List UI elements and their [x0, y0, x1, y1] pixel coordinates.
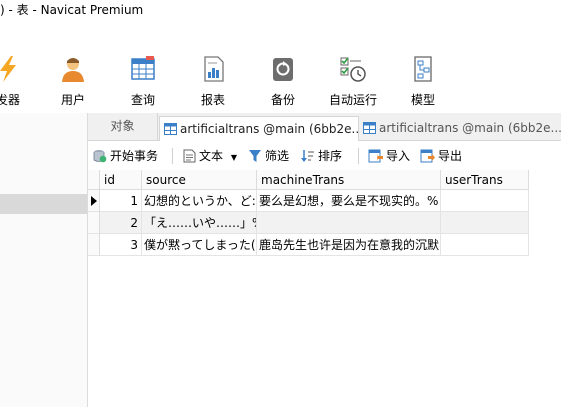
toolbar-model-label: 模型	[410, 93, 435, 107]
import-button[interactable]: 导入	[368, 147, 410, 165]
tab-artificialtrans-2[interactable]: artificialtrans @main (6bb2e...	[359, 116, 561, 140]
backup-icon	[273, 58, 293, 81]
tab-objects-label: 对象	[110, 119, 135, 133]
begin-transaction-button[interactable]: 开始事务	[93, 147, 158, 165]
user-icon	[62, 58, 84, 82]
export-label: 导出	[438, 149, 463, 163]
table-cell-machinetrans[interactable]: 鹿岛先生也许是因为在意我的沉默	[257, 234, 441, 256]
table-cell-machinetrans[interactable]: 要么是幻想，要么是不现实的。%	[257, 190, 441, 212]
import-label: 导入	[386, 149, 411, 163]
sort-label: 排序	[318, 149, 343, 163]
filter-button[interactable]: 筛选	[248, 147, 289, 165]
table-cell-machinetrans[interactable]	[257, 212, 441, 234]
grid-corner	[88, 170, 100, 190]
row-indicator[interactable]	[88, 212, 100, 234]
database-transaction-icon	[93, 150, 107, 163]
sort-button[interactable]: 排序	[301, 147, 342, 165]
query-table-icon	[131, 56, 155, 80]
toolbar-user-button[interactable]: 用户	[43, 44, 103, 112]
column-header-usertrans[interactable]: userTrans	[441, 170, 529, 190]
table-cell-usertrans[interactable]	[441, 234, 529, 256]
current-row-arrow-icon	[91, 196, 97, 206]
toolbar-backup-label: 备份	[270, 93, 295, 107]
table-cell-id[interactable]: 2	[100, 212, 142, 234]
toolbar-model-button[interactable]: 模型	[393, 44, 453, 112]
export-icon	[420, 149, 435, 163]
table-icon	[164, 123, 177, 135]
column-header-source[interactable]: source	[142, 170, 257, 190]
toolbar-separator	[172, 148, 173, 164]
tab-label: artificialtrans @main (6bb2e...	[180, 122, 359, 136]
table-cell-source[interactable]: 「え……いや……」%l	[142, 212, 257, 234]
table-icon	[363, 122, 376, 134]
table-cell-id[interactable]: 1	[100, 190, 142, 212]
sort-icon	[301, 150, 314, 162]
data-grid[interactable]: id source machineTrans userTrans 1 幻想的とい…	[88, 170, 561, 407]
lightning-icon	[0, 56, 16, 82]
toolbar-report-button[interactable]: 报表	[183, 44, 243, 112]
window-title: ) - 表 - Navicat Premium	[0, 3, 144, 17]
toolbar-separator	[358, 148, 359, 164]
tab-label: artificialtrans @main (6bb2e...	[379, 121, 561, 135]
tab-artificialtrans-active[interactable]: artificialtrans @main (6bb2e...	[159, 116, 359, 141]
begin-transaction-label: 开始事务	[110, 149, 159, 163]
export-button[interactable]: 导出	[420, 147, 462, 165]
text-view-label: 文本	[199, 149, 224, 163]
automation-icon	[340, 57, 366, 82]
table-cell-usertrans[interactable]	[441, 190, 529, 212]
toolbar-trigger-button[interactable]: 发器	[0, 44, 38, 112]
toolbar-query-button[interactable]: 查询	[113, 44, 173, 112]
table-cell-id[interactable]: 3	[100, 234, 142, 256]
row-indicator[interactable]	[88, 234, 100, 256]
report-icon	[204, 56, 224, 82]
column-header-id[interactable]: id	[100, 170, 142, 190]
toolbar-automation-label: 自动运行	[328, 93, 377, 107]
table-cell-source[interactable]: 幻想的というか、ど:	[142, 190, 257, 212]
toolbar-query-label: 查询	[130, 93, 155, 107]
tab-objects[interactable]: 对象	[88, 113, 158, 140]
toolbar-backup-button[interactable]: 备份	[253, 44, 313, 112]
model-icon	[414, 56, 432, 82]
connection-tree-panel[interactable]	[0, 113, 88, 407]
table-cell-source[interactable]: 僕が黙ってしまった(	[142, 234, 257, 256]
row-indicator[interactable]	[88, 190, 100, 212]
tab-bar: 对象 artificialtrans @main (6bb2e... artif…	[88, 113, 561, 141]
text-document-icon	[183, 149, 196, 163]
table-cell-usertrans[interactable]	[441, 212, 529, 234]
table-toolbar: 开始事务 文本 ▼ 筛选 排序 导入 导出	[88, 141, 561, 170]
toolbar-report-label: 报表	[200, 93, 225, 107]
text-view-dropdown[interactable]: 文本 ▼	[183, 147, 237, 165]
filter-label: 筛选	[265, 149, 290, 163]
tree-selected-item[interactable]	[0, 194, 87, 214]
column-header-machinetrans[interactable]: machineTrans	[257, 170, 441, 190]
chevron-down-icon: ▼	[230, 153, 237, 162]
toolbar-automation-button[interactable]: 自动运行	[323, 44, 383, 112]
import-icon	[368, 149, 383, 163]
filter-icon	[249, 150, 261, 162]
toolbar-user-label: 用户	[60, 93, 85, 107]
main-toolbar: 发器 用户 查询 报表 备份 自动运行 模型	[0, 44, 561, 112]
toolbar-trigger-label: 发器	[0, 93, 20, 107]
title-bar: ) - 表 - Navicat Premium	[0, 0, 561, 20]
